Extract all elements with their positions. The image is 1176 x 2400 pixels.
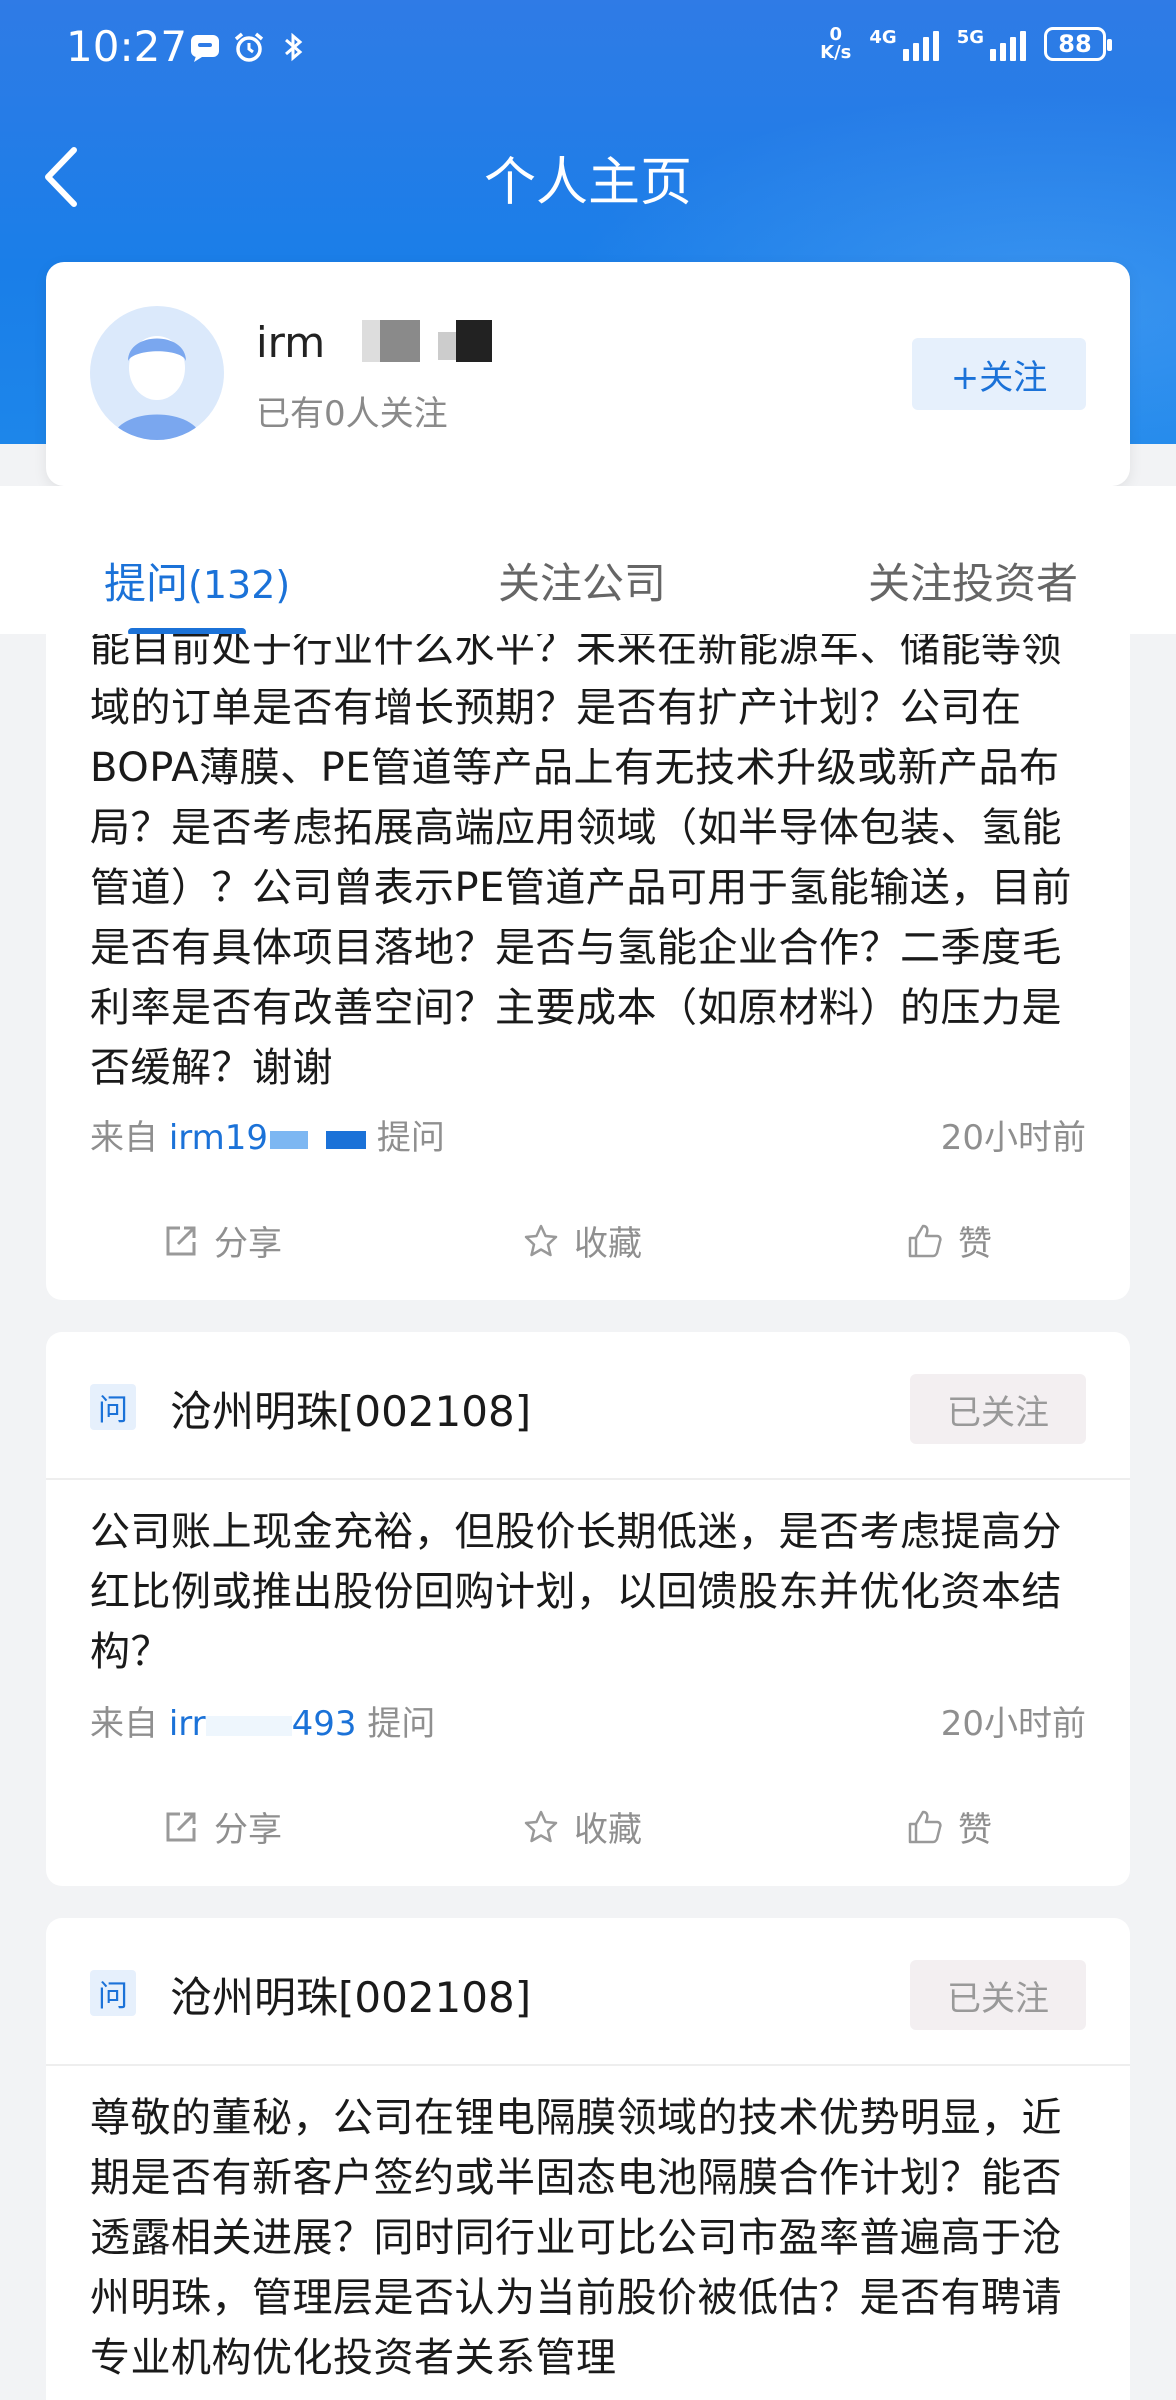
question-time: 20小时前 <box>940 1118 1086 1158</box>
question-card-header: 问 沧州明珠[002108] 已关注 <box>46 1918 1130 2066</box>
favorite-label: 收藏 <box>574 1810 642 1850</box>
profile-card: irm 已有0人关注 +关注 <box>46 262 1130 486</box>
action-bar: 分享 收藏 赞 <box>46 1802 1130 1862</box>
default-avatar-icon <box>112 336 202 440</box>
like-button[interactable]: 赞 <box>906 1802 992 1851</box>
question-text: 能目前处于行业什么水平？未来在新能源车、储能等领域的订单是否有增长预期？是否有扩… <box>90 634 1072 1091</box>
share-button[interactable]: 分享 <box>162 1216 282 1265</box>
bluetooth-icon <box>285 32 303 62</box>
like-label: 赞 <box>958 1810 992 1850</box>
tab-followed-investors[interactable]: 关注投资者 <box>868 550 1078 611</box>
thumbs-up-icon <box>908 1810 942 1843</box>
asker-link[interactable]: irr 493 <box>169 1704 357 1744</box>
ask-suffix: 提问 <box>367 1704 436 1744</box>
action-bar: 分享 收藏 赞 <box>46 1216 1130 1276</box>
status-right: 0 K/s 4G 5G 88 <box>820 26 1112 62</box>
tab-questions[interactable]: 提问(132) <box>104 550 290 611</box>
question-card-header: 问 沧州明珠[002108] 已关注 <box>46 1332 1130 1480</box>
share-button[interactable]: 分享 <box>162 1802 282 1851</box>
question-text: 公司账上现金充裕，但股价长期低迷，是否考虑提高分红比例或推出股份回购计划，以回馈… <box>90 1509 1062 1675</box>
tab-bar: 提问(132) 关注公司 关注投资者 <box>0 486 1176 636</box>
status-bar: 10:27 0 K/s 4G 5G 88 <box>0 0 1176 100</box>
from-label: 来自 <box>90 1704 158 1744</box>
share-label: 分享 <box>214 1810 282 1850</box>
question-meta: 来自 irm19 提问 20小时前 <box>90 1110 1086 1159</box>
tab-questions-label: 提问 <box>104 559 189 608</box>
follow-button[interactable]: +关注 <box>912 338 1086 410</box>
favorite-button[interactable]: 收藏 <box>522 1216 642 1265</box>
tab-questions-count: (132) <box>188 563 291 607</box>
like-button[interactable]: 赞 <box>906 1216 992 1265</box>
question-badge: 问 <box>90 1970 136 2016</box>
asker-link[interactable]: irm19 <box>168 1118 367 1158</box>
like-label: 赞 <box>958 1224 992 1264</box>
question-meta: 来自 irr 493 提问 20小时前 <box>90 1696 1086 1745</box>
tab-followed-companies[interactable]: 关注公司 <box>498 550 666 611</box>
network-speed: 0 K/s <box>820 26 851 62</box>
question-card[interactable]: 能目前处于行业什么水平？未来在新能源车、储能等领域的订单是否有增长预期？是否有扩… <box>46 634 1130 1300</box>
share-label: 分享 <box>214 1224 282 1264</box>
page-title: 个人主页 <box>483 153 692 213</box>
profile-name: irm <box>256 318 326 367</box>
favorite-button[interactable]: 收藏 <box>522 1802 642 1851</box>
signal-4g-icon: 4G <box>869 27 939 61</box>
from-label: 来自 <box>90 1118 158 1158</box>
question-card[interactable]: 问 沧州明珠[002108] 已关注 尊敬的董秘，公司在锂电隔膜领域的技术优势明… <box>46 1918 1130 2400</box>
avatar <box>90 306 224 440</box>
ask-suffix: 提问 <box>376 1118 445 1158</box>
star-icon <box>524 1810 558 1842</box>
followers-count: 已有0人关注 <box>256 394 448 434</box>
question-text: 尊敬的董秘，公司在锂电隔膜领域的技术优势明显，近期是否有新客户签约或半固态电池隔… <box>90 2095 1062 2381</box>
battery-icon: 88 <box>1044 27 1112 61</box>
question-card[interactable]: 问 沧州明珠[002108] 已关注 公司账上现金充裕，但股价长期低迷，是否考虑… <box>46 1332 1130 1886</box>
share-icon <box>166 1226 196 1255</box>
signal-5g-label: 5G <box>956 27 984 48</box>
signal-4g-label: 4G <box>869 27 897 48</box>
question-badge: 问 <box>90 1384 136 1430</box>
thumbs-up-icon <box>908 1224 942 1257</box>
asker-name-end: 493 <box>291 1704 357 1744</box>
company-name[interactable]: 沧州明珠[002108] <box>170 1964 531 2025</box>
signal-5g-icon: 5G <box>957 27 1026 61</box>
followed-button[interactable]: 已关注 <box>910 1374 1086 1444</box>
net-speed-unit: K/s <box>820 42 852 63</box>
favorite-label: 收藏 <box>574 1224 642 1264</box>
battery-level: 88 <box>1058 30 1092 58</box>
star-icon <box>524 1224 558 1256</box>
asker-name: irm19 <box>168 1118 269 1158</box>
status-time: 10:27 <box>66 22 188 71</box>
share-icon <box>166 1812 196 1841</box>
message-icon <box>191 35 219 62</box>
notification-icons <box>188 30 310 64</box>
asker-name-start: irr <box>168 1704 206 1744</box>
company-name[interactable]: 沧州明珠[002108] <box>170 1378 531 1439</box>
alarm-icon <box>234 32 264 62</box>
followed-button[interactable]: 已关注 <box>910 1960 1086 2030</box>
question-time: 20小时前 <box>940 1704 1086 1744</box>
